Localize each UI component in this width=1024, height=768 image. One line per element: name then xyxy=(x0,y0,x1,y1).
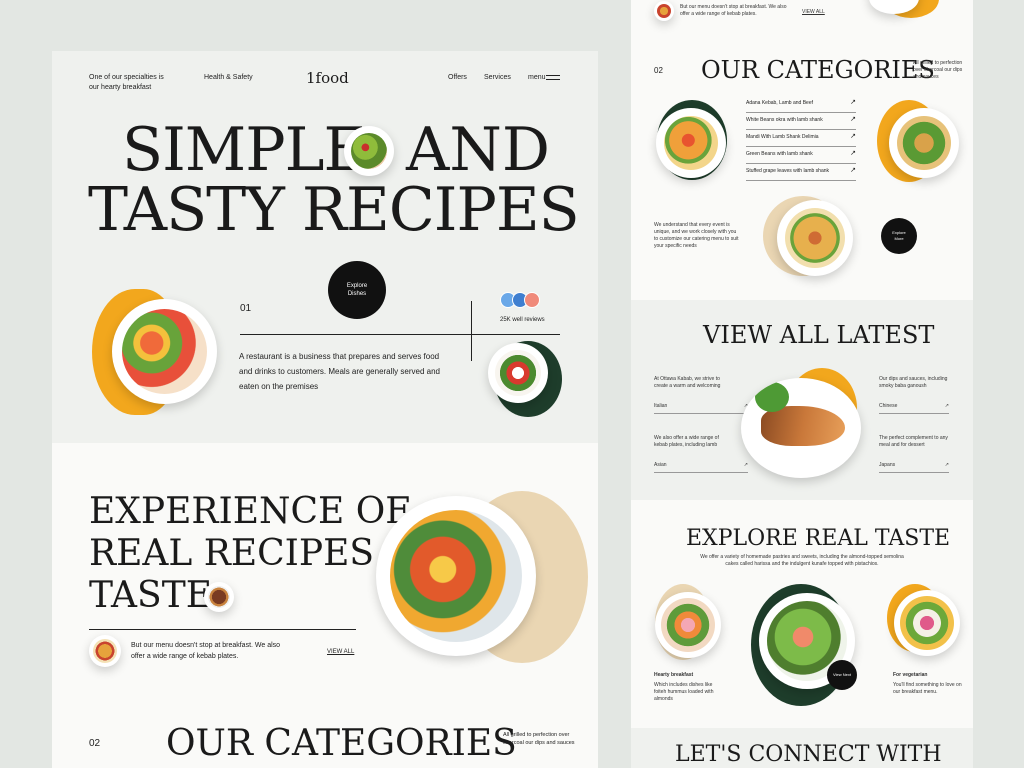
arrow-up-right-icon: ↗ xyxy=(850,133,856,140)
top-view-all-link[interactable]: VIEW ALL xyxy=(802,9,825,16)
nav-menu-label[interactable]: menu xyxy=(528,73,546,83)
connect-title: LET'S CONNECT WITH US xyxy=(675,742,942,767)
category-item-label: Stuffed grape leaves with lamb shank xyxy=(746,168,830,174)
latest-left-text1: At Ottawa Kabab, we strive to create a w… xyxy=(654,376,721,389)
explore-dishes-button[interactable]: Explore Dishes xyxy=(328,261,386,319)
explore-more-button[interactable]: Explore More xyxy=(881,218,917,254)
avatar xyxy=(524,292,540,308)
hamburger-icon[interactable] xyxy=(546,75,560,80)
latest-link-italian[interactable]: Italian↗ xyxy=(654,403,748,414)
hero-divider xyxy=(240,334,560,335)
latest-link-chinese[interactable]: Chinese ↗ xyxy=(879,403,949,414)
arrow-up-right-icon: ↗ xyxy=(850,150,856,157)
caprese-plate-image xyxy=(488,343,548,403)
reviewer-avatars xyxy=(500,292,548,308)
hero-title-line1a: SIMPLE xyxy=(122,115,367,185)
arrow-up-right-icon: ↗ xyxy=(850,116,856,123)
latest-link-japans[interactable]: Japans ↗ xyxy=(879,462,949,473)
arrow-up-right-icon: ↗ xyxy=(850,167,856,174)
veg-title: For vegetarian xyxy=(893,672,928,678)
category-item-label: Green Beans with lamb shank xyxy=(746,151,813,157)
sashimi-plate-image xyxy=(112,299,217,404)
fish-plate-image xyxy=(741,378,861,478)
latest-right-text1: Our dips and sauces, including smoky bab… xyxy=(879,376,948,389)
secondary-page-card: But our menu doesn't stop at breakfast. … xyxy=(631,0,973,768)
view-next-button[interactable]: View Next xyxy=(827,660,857,690)
logo[interactable]: 1food xyxy=(306,69,349,87)
taste-title: EXPLORE REAL TASTE xyxy=(686,526,951,551)
nav-health-safety[interactable]: Health & Safety xyxy=(204,73,253,83)
cat-side-text: All grilled to perfection over charcoal … xyxy=(913,60,963,80)
experience-title-line1: EXPERIENCE OF xyxy=(89,491,411,532)
hearty-title: Hearty breakfast xyxy=(654,672,694,678)
hearty-text: Which includes dishes like foiteh hummus… xyxy=(654,682,714,702)
salad-bowl-image xyxy=(344,126,394,176)
category-item-label: Mandi With Lamb Shank Delimia xyxy=(746,134,819,140)
categories-title: OUR CATEGORIES xyxy=(166,723,517,764)
top-strip-text: But our menu doesn't stop at breakfast. … xyxy=(680,4,787,17)
taste-text: We offer a variety of homemade pastries … xyxy=(700,554,904,567)
category-item-label: White Beans okra with lamb shank xyxy=(746,117,823,123)
category-list-item[interactable]: Adana Kebab, Lamb and Beef ↗ xyxy=(746,96,856,113)
cat-number: 02 xyxy=(654,66,663,75)
latest-left-text2: We also offer a wide range of kebab plat… xyxy=(654,435,719,448)
chicken-salad-plate-image xyxy=(889,108,959,178)
experience-text: But our menu doesn't stop at breakfast. … xyxy=(131,642,281,660)
pasta-mini-image xyxy=(89,635,121,667)
reviews-count: 25K well reviews xyxy=(500,317,545,323)
categories-number: 02 xyxy=(89,738,101,749)
category-list-item[interactable]: Mandi With Lamb Shank Delimia ↗ xyxy=(746,130,856,147)
hero-vertical-divider xyxy=(471,301,472,361)
main-landing-card: One of our specialties is our hearty bre… xyxy=(52,51,598,768)
category-list-item[interactable]: Green Beans with lamb shank ↗ xyxy=(746,147,856,164)
experience-divider xyxy=(89,629,356,630)
poke-bowl-image xyxy=(655,592,721,658)
category-item-label: Adana Kebab, Lamb and Beef xyxy=(746,100,813,106)
veg-text: You'll find something to love on our bre… xyxy=(893,682,962,695)
hero-title-line2: TASTY RECIPES xyxy=(88,175,580,245)
rice-plate-image xyxy=(777,200,853,276)
hero-number: 01 xyxy=(240,303,252,314)
latest-link-asian[interactable]: Asian ↗ xyxy=(654,462,748,473)
category-list-item[interactable]: White Beans okra with lamb shank ↗ xyxy=(746,113,856,130)
experience-title-line3: TASTE xyxy=(89,575,212,616)
nav-services[interactable]: Services xyxy=(484,73,511,83)
latest-title: VIEW ALL LATEST xyxy=(703,321,935,349)
hero-title-line1b: AND xyxy=(406,115,550,185)
hero-description: A restaurant is a business that prepares… xyxy=(239,352,440,391)
cat-title: OUR CATEGORIES xyxy=(701,56,935,84)
categories-side-text: All grilled to perfection over charcoal … xyxy=(503,732,575,746)
pasta-plate-image xyxy=(656,108,726,178)
arrow-up-right-icon: ↗ xyxy=(850,99,856,106)
category-list-item[interactable]: Stuffed grape leaves with lamb shank ↗ xyxy=(746,164,856,181)
veggie-bowl-image xyxy=(894,590,960,656)
pasta-mini-image xyxy=(654,1,674,21)
nav-offers[interactable]: Offers xyxy=(448,73,467,83)
hero-section: One of our specialties is our hearty bre… xyxy=(52,51,598,443)
shrimp-plate-image xyxy=(376,496,536,656)
experience-view-all-link[interactable]: VIEW ALL xyxy=(327,647,354,657)
steak-mini-image xyxy=(204,582,234,612)
latest-right-text2: The perfect complement to any meal and f… xyxy=(879,435,948,448)
catering-text: We understand that every event is unique… xyxy=(654,222,739,249)
experience-title-line2: REAL RECIPES xyxy=(89,533,375,574)
specialty-text: One of our specialties is our hearty bre… xyxy=(89,74,164,91)
